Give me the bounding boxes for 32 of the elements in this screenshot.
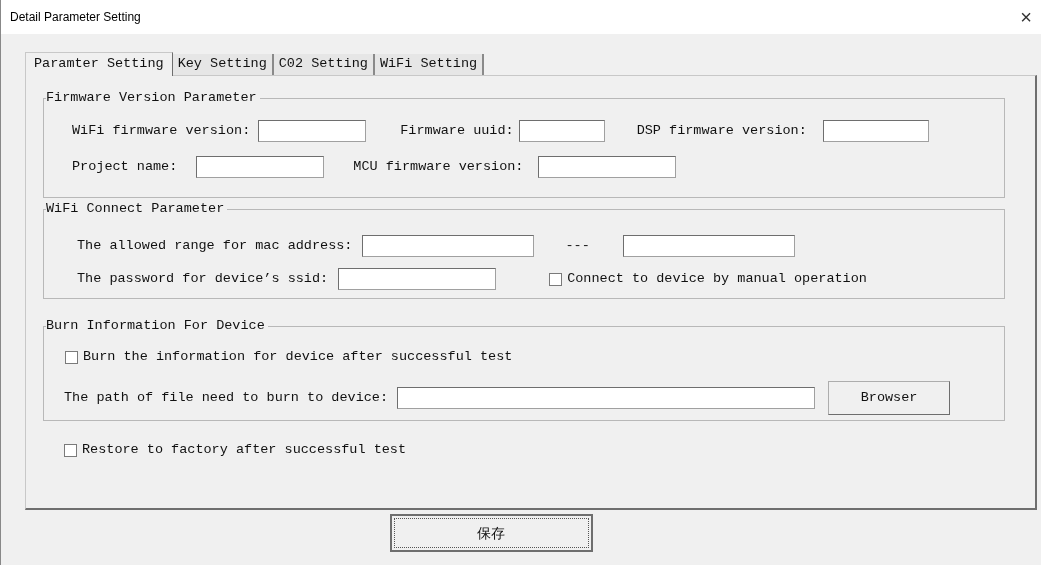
input-field[interactable]: [822, 120, 929, 142]
field-label: Firmware uuid:: [400, 121, 514, 140]
field-label: MCU firmware version:: [353, 157, 524, 176]
input-field[interactable]: [338, 268, 497, 290]
tab[interactable]: C02 Setting: [273, 54, 375, 75]
tab[interactable]: Paramter Setting: [25, 52, 173, 76]
checkbox[interactable]: [64, 443, 77, 457]
input-field[interactable]: [196, 156, 325, 178]
checkbox-label: Connect to device by manual operation: [567, 269, 867, 288]
field-label: DSP firmware version:: [636, 121, 807, 140]
input-field[interactable]: [258, 120, 367, 142]
input-field[interactable]: [518, 120, 605, 142]
field-label: The password for device’s ssid:: [77, 269, 329, 288]
field-label: ---: [565, 236, 590, 255]
tab[interactable]: Key Setting: [172, 54, 274, 75]
input-field[interactable]: [538, 156, 677, 178]
field-label: Project name:: [72, 157, 178, 176]
input-field[interactable]: [622, 235, 795, 257]
field-label: The allowed range for mac address:: [77, 236, 353, 255]
input-field[interactable]: [362, 235, 535, 257]
save-button[interactable]: 保存: [389, 514, 593, 552]
checkbox[interactable]: [549, 272, 563, 286]
tab[interactable]: WiFi Setting: [374, 54, 485, 75]
input-field[interactable]: [397, 387, 816, 410]
browse-button[interactable]: Browser: [828, 381, 951, 416]
checkbox-label: Restore to factory after successful test: [82, 441, 407, 459]
window-title: Detail Parameter Setting: [10, 9, 141, 26]
close-button[interactable]: ×: [1020, 7, 1032, 27]
checkbox-label: Burn the information for device after successful test: [83, 348, 513, 366]
checkbox[interactable]: [65, 350, 78, 364]
field-label: WiFi firmware version:: [72, 121, 251, 140]
field-label: The path of file need to burn to device:: [64, 389, 389, 408]
